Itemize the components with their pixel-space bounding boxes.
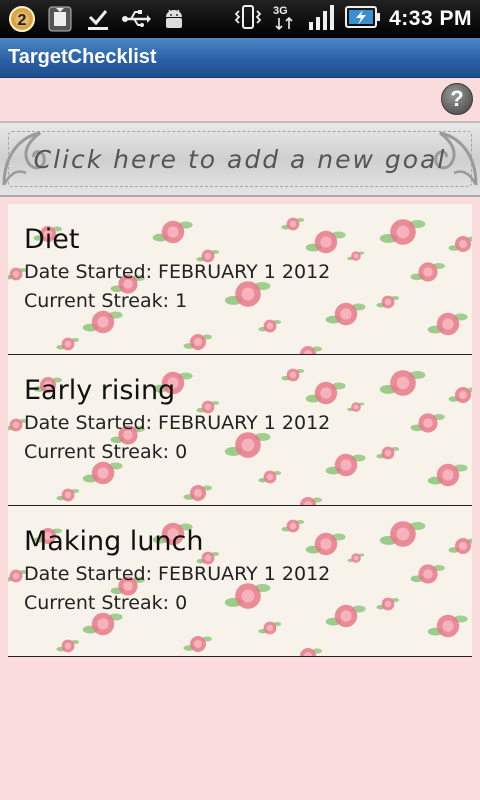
rose-center-icon — [266, 322, 274, 330]
goal-item[interactable]: Diet Date Started: FEBRUARY 1 2012 Curre… — [8, 204, 472, 355]
goal-item[interactable]: Early rising Date Started: FEBRUARY 1 20… — [8, 355, 472, 506]
goal-current-streak: Current Streak: 0 — [24, 592, 188, 614]
rose-center-icon — [384, 298, 392, 306]
goal-name: Making lunch — [24, 526, 204, 557]
rose-center-icon — [442, 620, 454, 632]
add-goal-label: Click here to add a new goal — [33, 144, 447, 174]
goal-text: Early rising Date Started: FEBRUARY 1 20… — [24, 373, 330, 467]
rose-center-icon — [64, 340, 72, 348]
notification-badge-icon: 2 — [6, 3, 38, 35]
rose-center-icon — [194, 489, 202, 497]
rose-center-icon — [459, 542, 467, 550]
network-3g-icon: 3G — [271, 2, 299, 36]
clock: 4:33 PM — [389, 7, 472, 30]
rose-center-icon — [266, 473, 274, 481]
rose-center-icon — [423, 569, 433, 579]
vibrate-icon — [233, 2, 263, 36]
status-bar: 2 3G 4:33 PM — [0, 0, 480, 38]
goal-item[interactable]: Making lunch Date Started: FEBRUARY 1 20… — [8, 506, 472, 657]
goal-list: Diet Date Started: FEBRUARY 1 2012 Curre… — [8, 204, 472, 657]
rose-center-icon — [442, 469, 454, 481]
rose-center-icon — [12, 270, 20, 278]
rose-center-icon — [194, 338, 202, 346]
battery-charging-icon — [345, 4, 381, 34]
android-debug-icon — [158, 3, 190, 35]
rose-center-icon — [64, 491, 72, 499]
goal-date-started: Date Started: FEBRUARY 1 2012 — [24, 412, 331, 434]
rose-center-icon — [12, 421, 20, 429]
rose-center-icon — [384, 600, 392, 608]
goal-date-started: Date Started: FEBRUARY 1 2012 — [24, 261, 331, 283]
network-label: 3G — [273, 5, 288, 17]
rose-center-icon — [340, 308, 352, 320]
rose-center-icon — [442, 318, 454, 330]
goal-text: Making lunch Date Started: FEBRUARY 1 20… — [24, 524, 330, 618]
rose-center-icon — [423, 267, 433, 277]
rose-center-icon — [353, 555, 359, 561]
help-icon: ? — [450, 86, 464, 111]
rose-center-icon — [97, 316, 109, 328]
rose-center-icon — [12, 572, 20, 580]
rose-center-icon — [340, 610, 352, 622]
rose-center-icon — [396, 527, 410, 541]
app-title: TargetChecklist — [8, 46, 157, 68]
goal-date-started: Date Started: FEBRUARY 1 2012 — [24, 563, 331, 585]
rose-center-icon — [340, 459, 352, 471]
rose-center-icon — [384, 449, 392, 457]
rose-center-icon — [266, 624, 274, 632]
goal-text: Diet Date Started: FEBRUARY 1 2012 Curre… — [24, 222, 330, 316]
usb-icon — [120, 3, 152, 35]
rose-center-icon — [353, 404, 359, 410]
notification-count: 2 — [18, 12, 27, 29]
rose-center-icon — [423, 418, 433, 428]
rose-center-icon — [194, 640, 202, 648]
goal-current-streak: Current Streak: 1 — [24, 290, 188, 312]
sim-toolkit-icon — [44, 3, 76, 35]
goal-name: Diet — [24, 224, 80, 255]
rose-center-icon — [459, 240, 467, 248]
rose-center-icon — [97, 467, 109, 479]
download-complete-icon — [82, 3, 114, 35]
goal-name: Early rising — [24, 375, 176, 406]
app-title-bar: TargetChecklist — [0, 38, 480, 78]
rose-center-icon — [459, 391, 467, 399]
rose-center-icon — [396, 225, 410, 239]
rose-center-icon — [353, 253, 359, 259]
rose-center-icon — [97, 618, 109, 630]
rose-center-icon — [64, 642, 72, 650]
goal-current-streak: Current Streak: 0 — [24, 441, 188, 463]
rose-center-icon — [396, 376, 410, 390]
help-button[interactable]: ? — [441, 83, 473, 115]
add-goal-button[interactable]: Click here to add a new goal — [0, 121, 480, 197]
signal-icon — [307, 3, 337, 35]
